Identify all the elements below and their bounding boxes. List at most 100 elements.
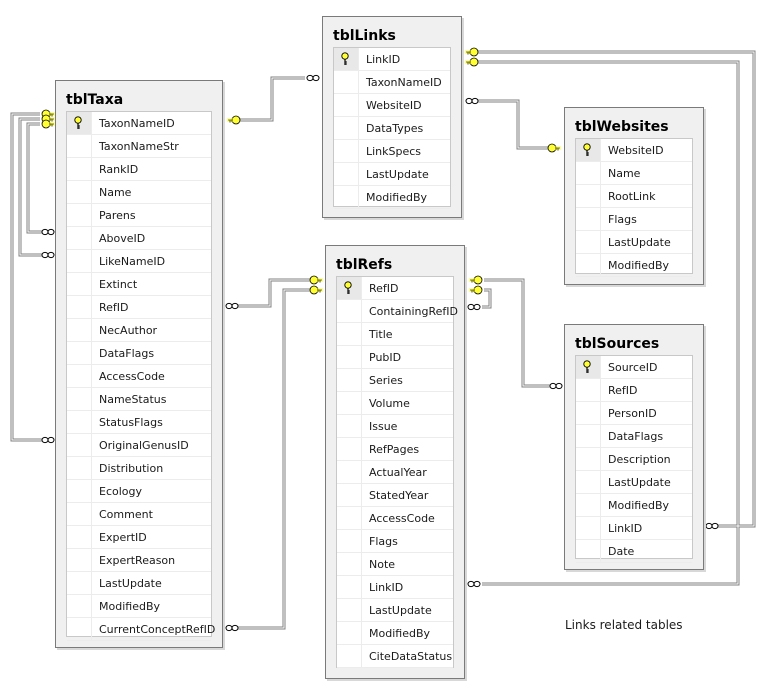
column-row[interactable]: OriginalGenusID [67,434,211,457]
column-name: DataFlags [608,430,664,443]
column-row[interactable]: LastUpdate [576,471,692,494]
column-row[interactable]: DataFlags [576,425,692,448]
column-row[interactable]: ActualYear [337,461,453,484]
column-row[interactable]: PersonID [576,402,692,425]
column-row[interactable]: Flags [576,208,692,231]
column-name: LastUpdate [369,604,432,617]
column-name: AccessCode [369,512,435,525]
row-selector [334,94,359,116]
table-tblTaxa[interactable]: tblTaxa TaxonNameID TaxonNameStr RankID Nam… [55,80,223,648]
column-row[interactable]: AboveID [67,227,211,250]
column-row[interactable]: WebsiteID [576,139,692,162]
row-selector [334,48,359,70]
column-row[interactable]: TaxonNameID [334,71,450,94]
column-row[interactable]: Issue [337,415,453,438]
column-row[interactable]: Name [576,162,692,185]
table-tblLinks[interactable]: tblLinks LinkID TaxonNameID WebsiteID DataT… [322,16,462,218]
column-row[interactable]: Extinct [67,273,211,296]
column-name: Comment [99,508,153,521]
table-tblRefs[interactable]: tblRefs RefID ContainingRefID Title PubID Se… [325,245,465,679]
column-row[interactable]: LinkID [576,517,692,540]
column-row[interactable]: LinkID [334,48,450,71]
column-row[interactable]: DataTypes [334,117,450,140]
column-row[interactable]: RefID [67,296,211,319]
row-selector [334,140,359,162]
column-row[interactable]: LastUpdate [334,163,450,186]
column-row[interactable]: Flags [337,530,453,553]
column-name: SourceID [608,361,658,374]
column-row[interactable]: Parens [67,204,211,227]
column-row[interactable]: WebsiteID [334,94,450,117]
column-row[interactable]: Comment [67,503,211,526]
column-row[interactable]: Ecology [67,480,211,503]
column-name: WebsiteID [366,99,422,112]
column-row[interactable]: ModifiedBy [576,254,692,277]
column-row[interactable]: Date [576,540,692,563]
column-row[interactable]: DataFlags [67,342,211,365]
column-name: Date [608,545,635,558]
column-row[interactable]: RefID [576,379,692,402]
column-row[interactable]: ContainingRefID [337,300,458,323]
column-name: Series [369,374,403,387]
column-row[interactable]: NecAuthor [67,319,211,342]
key-end-icon [547,143,562,153]
column-row[interactable]: LastUpdate [576,231,692,254]
row-selector [67,250,92,272]
column-row[interactable]: CurrentConceptRefID [67,618,215,641]
column-row[interactable]: Volume [337,392,453,415]
column-row[interactable]: ExpertID [67,526,211,549]
column-row[interactable]: AccessCode [337,507,453,530]
column-row[interactable]: LinkID [337,576,453,599]
column-row[interactable]: AccessCode [67,365,211,388]
column-row[interactable]: CiteDataStatus [337,645,453,668]
column-name: AccessCode [99,370,165,383]
column-row[interactable]: Title [337,323,453,346]
row-selector [576,356,601,378]
column-row[interactable]: LinkSpecs [334,140,450,163]
row-selector [576,231,601,253]
column-row[interactable]: PubID [337,346,453,369]
row-selector [337,599,362,621]
many-end-icon [41,228,55,236]
column-name: LinkID [366,53,401,66]
many-end-icon [549,382,563,390]
column-row[interactable]: RefPages [337,438,453,461]
column-row[interactable]: RootLink [576,185,692,208]
column-row[interactable]: RefID [337,277,453,300]
column-row[interactable]: ExpertReason [67,549,211,572]
column-row[interactable]: Distribution [67,457,211,480]
column-row[interactable]: NameStatus [67,388,211,411]
column-name: Extinct [99,278,138,291]
column-row[interactable]: RankID [67,158,211,181]
column-row[interactable]: Description [576,448,692,471]
key-end-icon [309,285,324,295]
column-row[interactable]: ModifiedBy [334,186,450,209]
column-row[interactable]: LastUpdate [67,572,211,595]
column-row[interactable]: ModifiedBy [337,622,453,645]
table-tblWebsites[interactable]: tblWebsites WebsiteID Name RootLink Flags La… [564,107,704,285]
row-selector [576,425,601,447]
column-row[interactable]: StatusFlags [67,411,211,434]
column-name: Description [608,453,671,466]
many-end-icon [41,436,55,444]
column-row[interactable]: Series [337,369,453,392]
column-row[interactable]: StatedYear [337,484,453,507]
column-name: LastUpdate [366,168,429,181]
many-end-icon [465,97,479,105]
column-row[interactable]: ModifiedBy [576,494,692,517]
column-list: TaxonNameID TaxonNameStr RankID Name Parens A… [66,111,215,641]
column-row[interactable]: Note [337,553,453,576]
column-row[interactable]: SourceID [576,356,692,379]
column-row[interactable]: LikeNameID [67,250,211,273]
column-name: LastUpdate [99,577,162,590]
column-name: RootLink [608,190,656,203]
column-row[interactable]: ModifiedBy [67,595,211,618]
column-name: ContainingRefID [369,305,458,318]
column-row[interactable]: TaxonNameStr [67,135,211,158]
column-row[interactable]: TaxonNameID [67,112,211,135]
column-row[interactable]: LastUpdate [337,599,453,622]
column-row[interactable]: Name [67,181,211,204]
row-selector [67,227,92,249]
table-tblSources[interactable]: tblSources SourceID RefID PersonID DataFlag… [564,324,704,570]
key-end-icon [41,119,56,129]
